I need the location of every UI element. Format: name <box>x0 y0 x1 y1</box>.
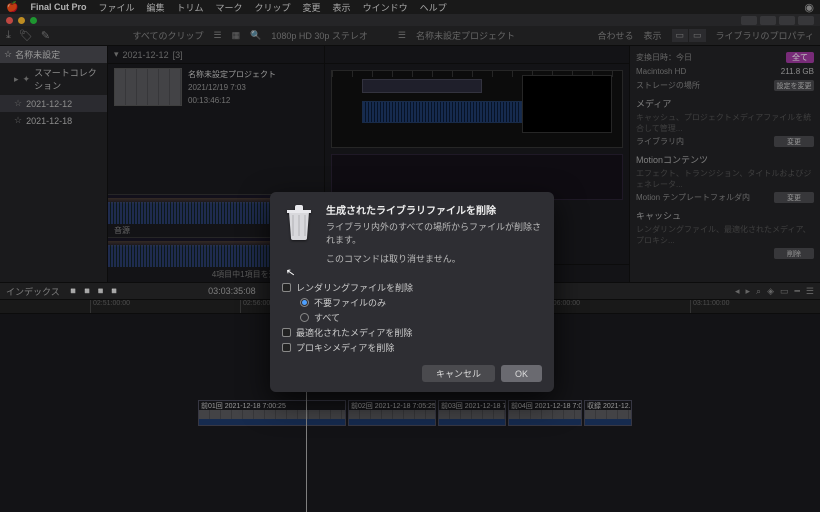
option-label: プロキシメディアを削除 <box>296 341 394 354</box>
radio-all[interactable]: すべて <box>282 310 542 325</box>
modal-body-2: このコマンドは取り消せません。 <box>326 253 542 266</box>
modal-body-1: ライブラリ内外のすべての場所からファイルが削除されます。 <box>326 221 542 247</box>
radio-icon <box>300 298 309 307</box>
checkbox-optimized-media[interactable]: 最適化されたメディアを削除 <box>282 325 542 340</box>
checkbox-icon <box>282 283 291 292</box>
checkbox-icon <box>282 343 291 352</box>
delete-files-dialog: 生成されたライブラリファイルを削除 ライブラリ内外のすべての場所からファイルが削… <box>270 192 554 392</box>
radio-icon <box>300 313 309 322</box>
trash-icon <box>282 202 316 242</box>
checkbox-proxy-media[interactable]: プロキシメディアを削除 <box>282 340 542 355</box>
option-label: レンダリングファイルを削除 <box>296 281 413 294</box>
radio-unused-only[interactable]: 不要ファイルのみ <box>282 295 542 310</box>
option-label: 最適化されたメディアを削除 <box>296 326 412 339</box>
checkbox-render-files[interactable]: レンダリングファイルを削除 <box>282 280 542 295</box>
option-label: 不要ファイルのみ <box>314 296 386 309</box>
modal-title: 生成されたライブラリファイルを削除 <box>326 202 542 217</box>
cancel-button[interactable]: キャンセル <box>422 365 495 382</box>
checkbox-icon <box>282 328 291 337</box>
ok-button[interactable]: OK <box>501 365 542 382</box>
option-label: すべて <box>314 311 340 324</box>
